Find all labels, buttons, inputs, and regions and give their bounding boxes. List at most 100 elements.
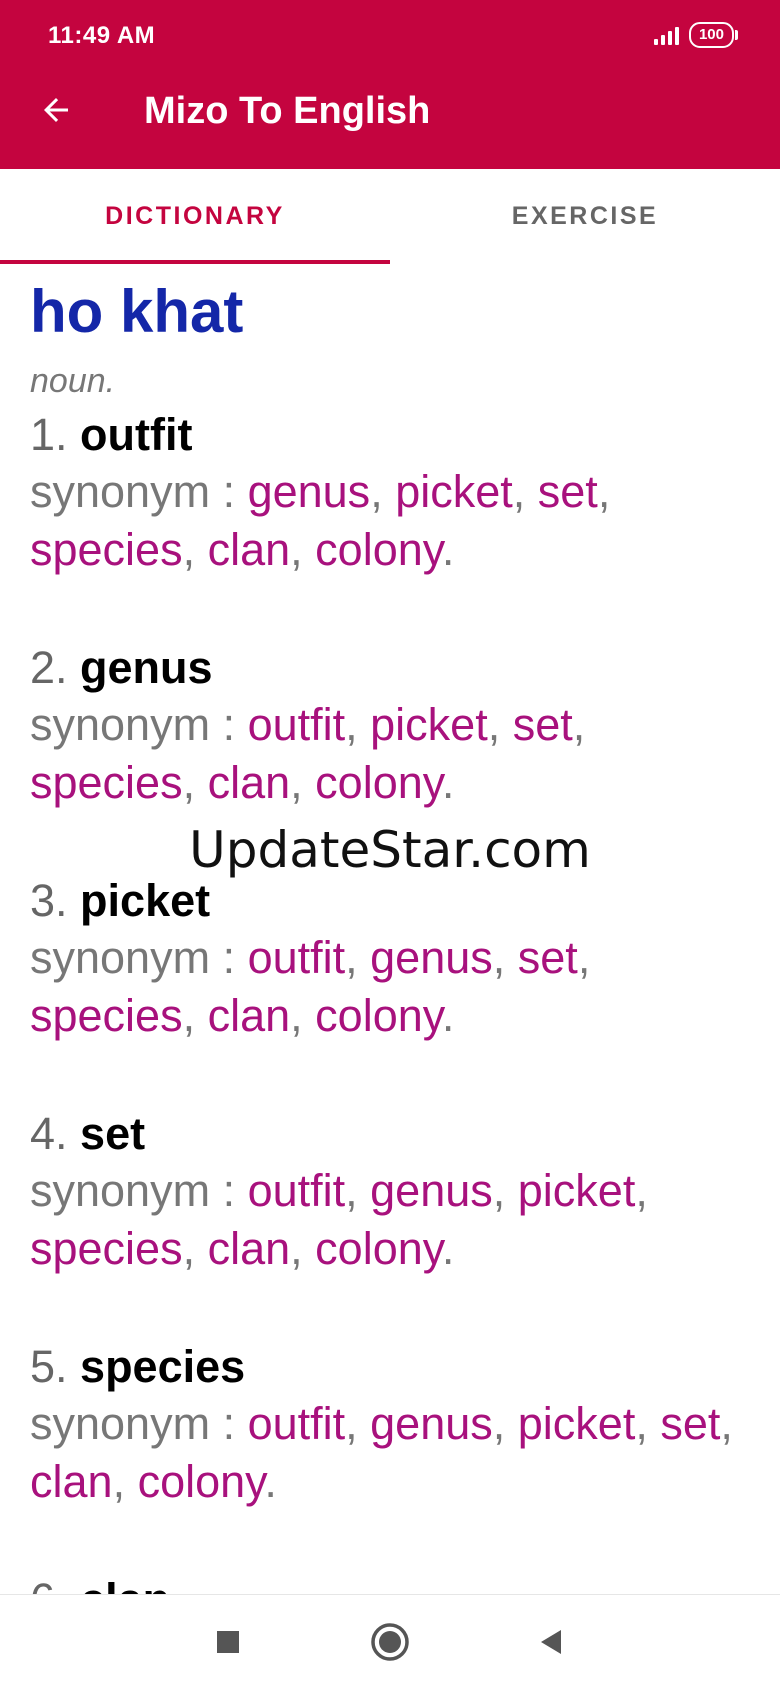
synonym-link[interactable]: set xyxy=(513,699,573,750)
synonym-link[interactable]: clan xyxy=(30,1456,113,1507)
synonym-separator: , xyxy=(182,524,208,575)
synonym-label: synonym : xyxy=(30,1165,248,1216)
synonym-separator: . xyxy=(441,757,455,808)
synonym-separator: , xyxy=(182,990,208,1041)
synonym-link[interactable]: clan xyxy=(208,524,291,575)
sense-number: 4. xyxy=(30,1108,81,1159)
tab-exercise[interactable]: EXERCISE xyxy=(390,169,780,264)
synonym-link[interactable]: genus xyxy=(248,466,371,517)
synonym-link[interactable]: outfit xyxy=(248,1398,346,1449)
synonym-link[interactable]: species xyxy=(30,990,183,1041)
synonym-line: synonym : outfit, picket, set, species, … xyxy=(30,696,750,812)
synonym-separator: . xyxy=(264,1456,277,1507)
synonym-label: synonym : xyxy=(30,699,248,750)
synonym-separator: , xyxy=(182,757,208,808)
battery-level: 100 xyxy=(698,26,724,43)
synonym-separator: , xyxy=(492,1165,518,1216)
tab-dictionary-label: DICTIONARY xyxy=(105,202,285,230)
sense-title: 1. outfit xyxy=(30,406,760,463)
sense-title: 5. species xyxy=(30,1338,760,1395)
synonym-link[interactable]: picket xyxy=(395,466,513,517)
synonym-separator: , xyxy=(345,1398,371,1449)
synonym-link[interactable]: colony xyxy=(315,524,442,575)
synonym-link[interactable]: genus xyxy=(370,1165,493,1216)
synonym-separator: , xyxy=(492,932,518,983)
synonym-separator: , xyxy=(290,757,316,808)
synonym-link[interactable]: colony xyxy=(315,990,442,1041)
sense-word[interactable]: clan xyxy=(80,1574,170,1594)
sense-title: 4. set xyxy=(30,1105,760,1162)
tab-dictionary[interactable]: DICTIONARY xyxy=(0,169,390,264)
part-of-speech: noun. xyxy=(30,362,116,400)
sense-word[interactable]: picket xyxy=(80,875,210,926)
sense-list: 1. outfit synonym : genus, picket, set, s… xyxy=(30,406,760,1594)
synonym-separator: , xyxy=(182,1223,208,1274)
sense-number: 3. xyxy=(30,875,81,926)
square-icon xyxy=(217,1631,239,1653)
synonym-link[interactable]: set xyxy=(518,932,578,983)
arrow-left-icon xyxy=(44,98,68,122)
synonym-line: synonym : outfit, genus, picket, species… xyxy=(30,1162,750,1278)
synonym-link[interactable]: colony xyxy=(138,1456,265,1507)
synonym-link[interactable]: colony xyxy=(315,757,442,808)
sense-number: 5. xyxy=(30,1341,81,1392)
synonym-separator: , xyxy=(572,699,586,750)
dictionary-content[interactable]: ho khat noun. 1. outfit synonym : genus, … xyxy=(30,264,760,1594)
sense-item: 4. set synonym : outfit, genus, picket, s… xyxy=(30,1105,760,1278)
sense-title: 3. picket xyxy=(30,872,760,929)
circle-icon xyxy=(371,1623,409,1661)
synonym-separator: , xyxy=(290,1223,316,1274)
app-title: Mizo To English xyxy=(144,90,431,132)
synonym-link[interactable]: clan xyxy=(208,990,291,1041)
synonym-separator: , xyxy=(492,1398,518,1449)
synonym-link[interactable]: outfit xyxy=(248,699,346,750)
synonym-link[interactable]: set xyxy=(538,466,598,517)
triangle-back-icon xyxy=(541,1630,561,1654)
home-button[interactable] xyxy=(365,1617,415,1667)
synonym-separator: , xyxy=(512,466,538,517)
synonym-link[interactable]: outfit xyxy=(248,1165,346,1216)
synonym-link[interactable]: species xyxy=(30,1223,183,1274)
synonym-link[interactable]: set xyxy=(660,1398,720,1449)
synonym-link[interactable]: species xyxy=(30,757,183,808)
sense-title: 2. genus xyxy=(30,639,760,696)
nav-back-button[interactable] xyxy=(526,1617,576,1667)
app-bar: 11:49 AM 100 Mizo To English xyxy=(0,0,780,169)
sense-item: 1. outfit synonym : genus, picket, set, s… xyxy=(30,406,760,579)
sense-title: 6. clan xyxy=(30,1571,760,1594)
tab-exercise-label: EXERCISE xyxy=(511,202,659,230)
synonym-link[interactable]: outfit xyxy=(248,932,346,983)
back-button[interactable] xyxy=(30,84,82,136)
system-nav-bar xyxy=(0,1594,780,1691)
sense-number: 2. xyxy=(30,642,81,693)
synonym-separator: , xyxy=(290,990,316,1041)
synonym-link[interactable]: genus xyxy=(370,1398,493,1449)
synonym-separator: , xyxy=(635,1398,661,1449)
sense-word[interactable]: species xyxy=(80,1341,245,1392)
status-icons: 100 xyxy=(653,22,739,48)
synonym-link[interactable]: species xyxy=(30,524,183,575)
synonym-separator: . xyxy=(441,524,455,575)
recents-button[interactable] xyxy=(203,1617,253,1667)
synonym-separator: , xyxy=(345,699,371,750)
synonym-link[interactable]: picket xyxy=(370,699,488,750)
synonym-separator: , xyxy=(487,699,513,750)
sense-word[interactable]: set xyxy=(80,1108,145,1159)
synonym-link[interactable]: colony xyxy=(315,1223,442,1274)
sense-word[interactable]: outfit xyxy=(80,409,192,460)
synonym-link[interactable]: picket xyxy=(518,1398,636,1449)
signal-icon xyxy=(653,25,679,45)
synonym-separator: , xyxy=(290,524,316,575)
battery-icon: 100 xyxy=(688,22,739,48)
status-time: 11:49 AM xyxy=(48,22,156,49)
synonym-separator: , xyxy=(370,466,396,517)
synonym-link[interactable]: clan xyxy=(208,757,291,808)
synonym-link[interactable]: genus xyxy=(370,932,493,983)
headword: ho khat xyxy=(30,278,244,345)
synonym-label: synonym : xyxy=(30,932,248,983)
synonym-separator: . xyxy=(441,1223,455,1274)
synonym-link[interactable]: clan xyxy=(208,1223,291,1274)
synonym-link[interactable]: picket xyxy=(518,1165,636,1216)
sense-word[interactable]: genus xyxy=(80,642,213,693)
synonym-separator: , xyxy=(597,466,611,517)
